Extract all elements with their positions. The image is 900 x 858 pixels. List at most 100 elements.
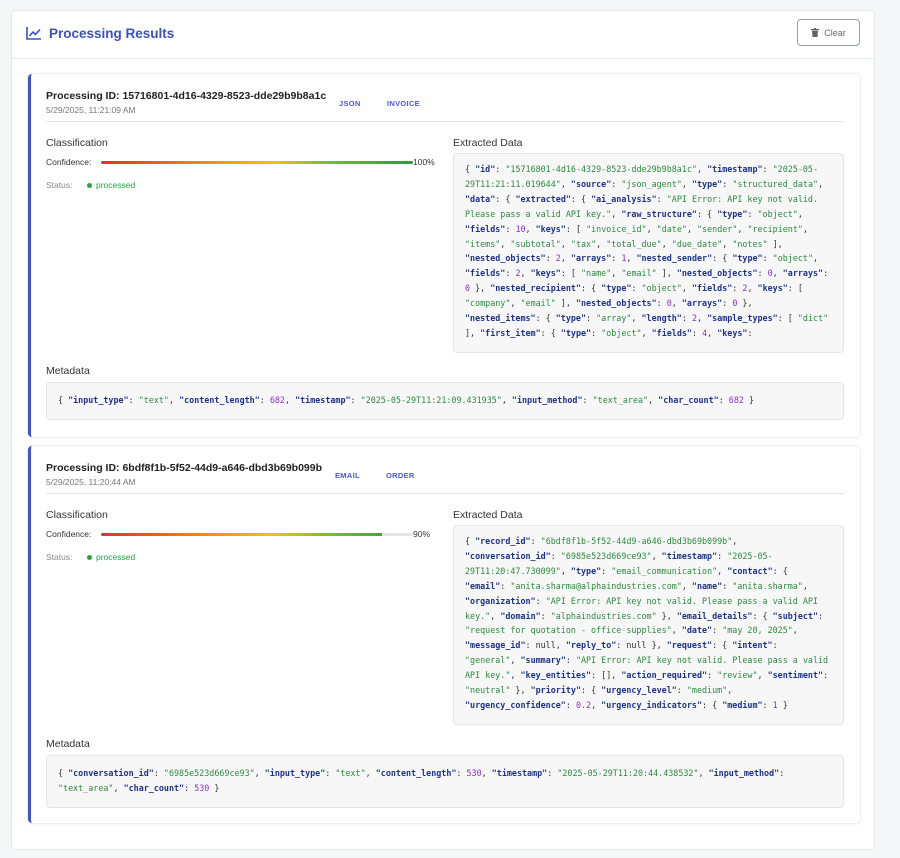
json-key: "urgency_level" [601, 685, 677, 696]
json-key: "raw_structure" [621, 208, 697, 219]
status-dot-icon [87, 555, 92, 560]
metadata-heading: Metadata [46, 738, 90, 750]
json-string: "array" [596, 313, 632, 324]
json-key: "nested_objects" [575, 298, 657, 309]
json-punctuation: : [ [777, 313, 798, 324]
json-punctuation: : [681, 313, 692, 324]
json-punctuation: , [284, 395, 296, 405]
json-string: "json_agent" [621, 178, 682, 189]
json-key: "nested_objects" [676, 268, 758, 279]
json-punctuation: } [209, 782, 220, 793]
json-punctuation: , [611, 268, 622, 279]
json-punctuation: , [510, 655, 521, 666]
json-string: "company" [465, 298, 511, 309]
result-timestamp: 5/29/2025, 11:20:44 AM [46, 477, 136, 487]
json-key: "domain" [500, 610, 541, 621]
json-string: "review" [717, 670, 758, 681]
json-punctuation: , [591, 699, 602, 710]
confidence-bar-fill [101, 533, 382, 536]
json-string: "anita.sharma" [732, 580, 803, 591]
json-key: "length" [641, 313, 682, 324]
json-punctuation: : [747, 208, 758, 219]
divider [46, 121, 844, 122]
json-key: "fields" [691, 283, 733, 294]
json-punctuation: : [495, 164, 506, 174]
extracted-data-code[interactable]: { "record_id": "6bdf8f1b-5f52-44d9-a646-… [453, 525, 844, 725]
status-value: processed [96, 180, 136, 190]
json-key: "char_count" [123, 782, 185, 793]
json-key: "char_count" [658, 395, 719, 405]
json-key: "date" [681, 625, 713, 636]
json-key: "fields" [651, 327, 692, 338]
json-string: "anita.sharma@alphaindustries.com" [510, 580, 682, 591]
json-punctuation: : [184, 782, 195, 793]
json-key: "request" [666, 640, 713, 651]
json-punctuation: : [762, 164, 773, 174]
json-punctuation: : [757, 268, 768, 279]
json-key: "type" [691, 178, 723, 189]
metadata-code: { "conversation_id": "6985e523d669ce93",… [46, 755, 844, 808]
json-punctuation: : [500, 580, 511, 591]
json-punctuation: : [762, 253, 773, 264]
json-punctuation: : [722, 178, 733, 189]
json-key: "nested_items" [465, 313, 536, 324]
json-punctuation: : [540, 610, 551, 621]
json-punctuation: : { [712, 253, 733, 264]
json-key: "action_required" [621, 670, 708, 681]
json-punctuation: : { [696, 208, 718, 219]
json-string: "text" [335, 768, 366, 778]
json-punctuation: : [565, 655, 576, 666]
json-punctuation: { [58, 768, 69, 778]
json-punctuation: , [757, 670, 768, 681]
json-key: "nested_objects" [465, 253, 546, 264]
json-key: "extracted" [515, 193, 571, 204]
json-punctuation: , [481, 768, 492, 778]
json-number: 10 [515, 223, 526, 234]
json-key: "nested_sender" [636, 253, 713, 264]
json-punctuation: : { [752, 610, 773, 621]
json-punctuation: , [168, 395, 180, 405]
json-key: "arrays" [782, 268, 824, 279]
json-key: "keys" [530, 268, 561, 279]
json-punctuation: , [797, 208, 808, 219]
clear-button[interactable]: Clear [797, 19, 860, 46]
processing-results-panel: Processing Results Clear Processing ID: … [11, 10, 875, 850]
json-string: "tax" [570, 238, 597, 249]
confidence-value: 100% [413, 157, 435, 167]
json-string: "request for quotation - office supplies… [465, 625, 672, 636]
json-key: "sample_types" [707, 313, 778, 324]
extracted-data-code[interactable]: { "id": "15716801-4d16-4329-8523-dde29b9… [453, 153, 844, 353]
json-string: "may 20, 2025" [722, 625, 793, 636]
json-key: "timestamp" [491, 768, 548, 778]
json-punctuation: : [550, 550, 561, 561]
json-punctuation: , [631, 313, 642, 324]
json-key: "ai_analysis" [591, 193, 657, 204]
json-string: "text" [138, 395, 169, 405]
json-string: "subtotal" [510, 238, 561, 249]
json-punctuation: : [582, 395, 593, 405]
json-punctuation: : [586, 313, 597, 324]
json-punctuation: , [671, 625, 682, 636]
json-key: "input_method" [511, 395, 583, 405]
confidence-value: 90% [413, 529, 431, 539]
json-punctuation: : [ [565, 223, 587, 234]
json-string: "items" [465, 238, 501, 249]
json-string: "sender" [697, 223, 738, 234]
json-string: "6985e523d669ce93" [163, 768, 255, 778]
json-punctuation: , [681, 580, 692, 591]
json-string: "alphaindustries.com" [550, 610, 657, 621]
json-key: "sentiment" [767, 670, 824, 681]
json-punctuation: : [535, 595, 546, 606]
json-punctuation: { [465, 164, 476, 174]
json-key: "type" [717, 208, 748, 219]
json-punctuation: ], [767, 238, 788, 249]
json-punctuation: ], [555, 298, 576, 309]
json-punctuation: , [792, 625, 803, 636]
json-punctuation: : [707, 670, 718, 681]
json-key: "arrays" [681, 298, 723, 309]
json-punctuation: : [], [591, 670, 622, 681]
json-punctuation: , [661, 238, 672, 249]
json-key: "contact" [727, 565, 773, 576]
json-string: "object" [772, 253, 814, 264]
json-key: "arrays" [570, 253, 612, 264]
